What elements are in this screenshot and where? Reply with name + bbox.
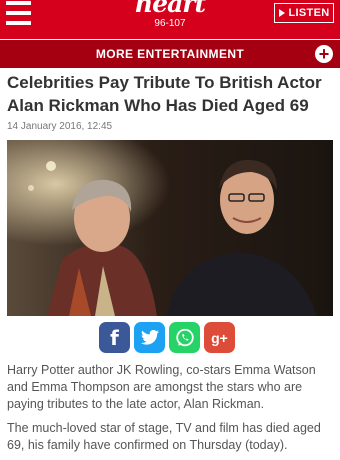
logo-wordmark: heart	[135, 0, 206, 18]
twitter-share-button[interactable]	[134, 322, 165, 353]
whatsapp-share-button[interactable]	[169, 322, 200, 353]
listen-button[interactable]: LISTEN	[274, 3, 334, 23]
logo-frequency: 96-107	[154, 18, 186, 29]
more-entertainment-bar[interactable]: MORE ENTERTAINMENT +	[0, 40, 340, 68]
plus-icon[interactable]: +	[315, 45, 333, 63]
googleplus-icon: g+	[211, 329, 228, 346]
play-icon	[278, 9, 285, 17]
article-paragraph-2: The much-loved star of stage, TV and fil…	[7, 421, 321, 452]
photo-illustration	[7, 140, 333, 316]
whatsapp-icon	[175, 328, 194, 346]
heart-logo[interactable]: heart 96-107	[120, 0, 220, 39]
facebook-share-button[interactable]: f	[99, 322, 130, 353]
twitter-icon	[140, 330, 159, 345]
article-paragraph-1: Harry Potter author JK Rowling, co-stars…	[7, 363, 316, 411]
article-photo	[7, 140, 333, 316]
facebook-icon: f	[110, 325, 119, 350]
share-buttons: f g+	[99, 322, 235, 353]
listen-label: LISTEN	[288, 7, 330, 19]
article-headline: Celebrities Pay Tribute To British Actor…	[7, 73, 322, 115]
top-bar: heart 96-107 LISTEN	[0, 0, 340, 39]
hamburger-menu-icon[interactable]	[6, 1, 31, 27]
article-date: 14 January 2016, 12:45	[7, 121, 113, 132]
googleplus-share-button[interactable]: g+	[204, 322, 235, 353]
more-entertainment-label: MORE ENTERTAINMENT	[95, 47, 245, 61]
